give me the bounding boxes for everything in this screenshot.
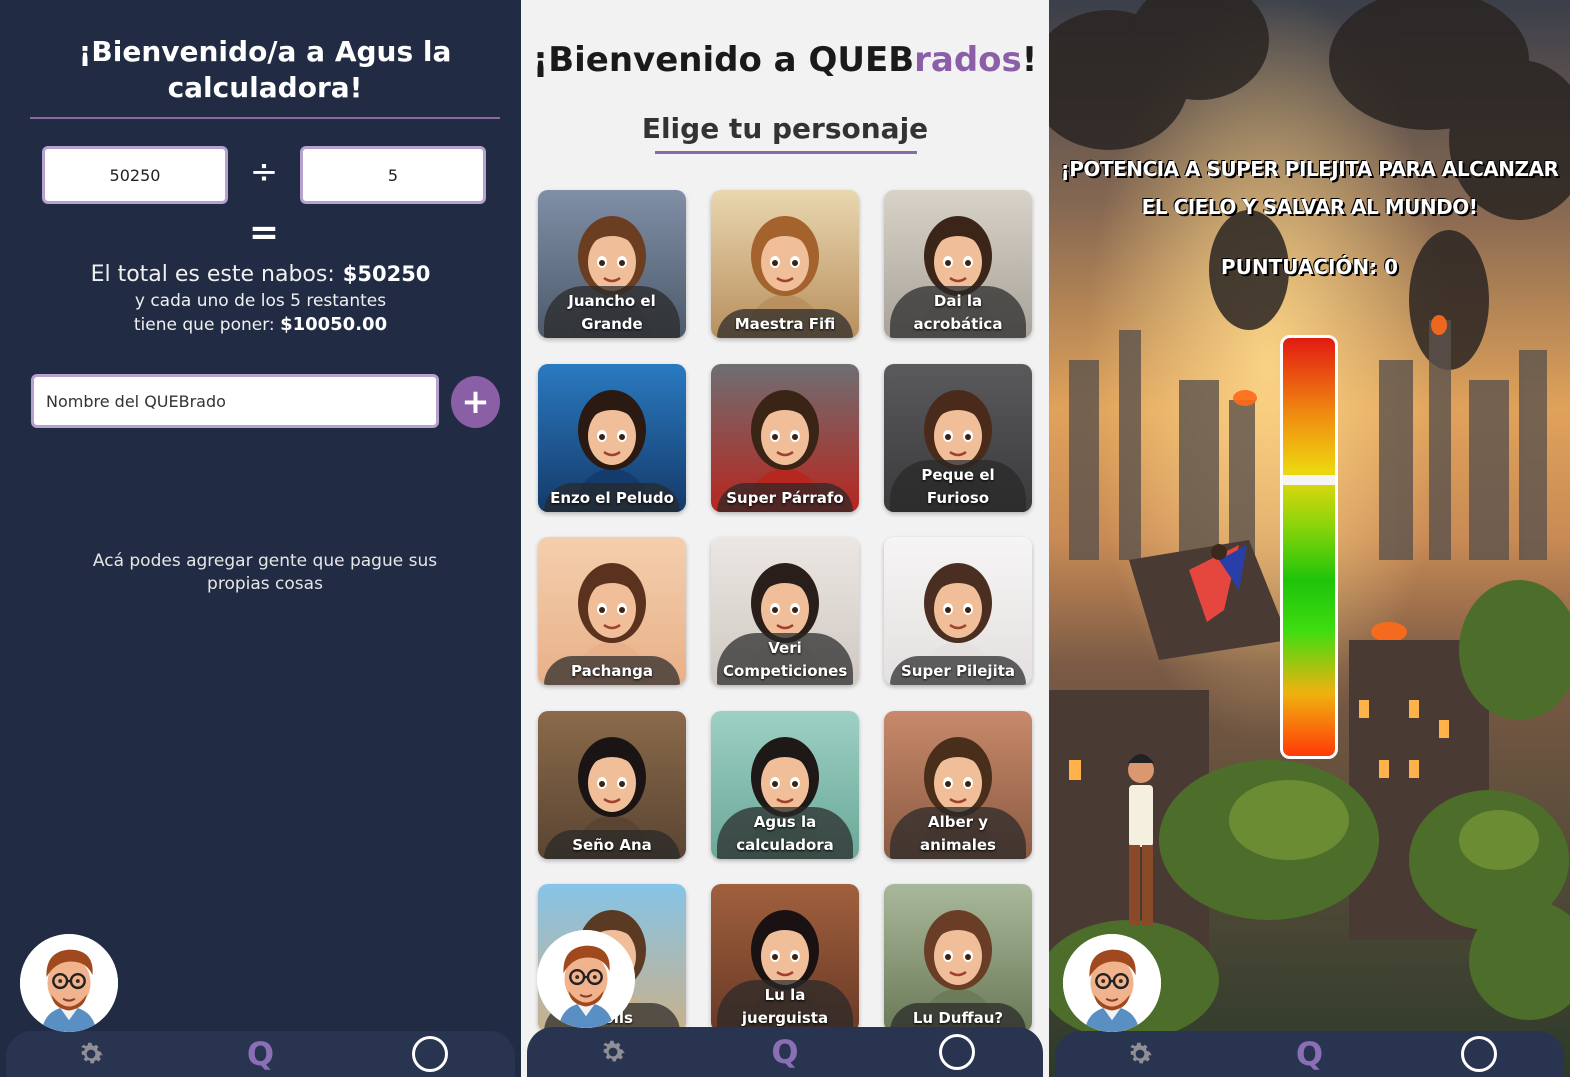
avatar[interactable]: [1063, 934, 1161, 1032]
character-name: Peque el Furioso: [890, 460, 1026, 512]
score-value: 0: [1384, 255, 1399, 279]
character-name: Seño Ana: [544, 830, 680, 859]
character-card[interactable]: Enzo el Peludo: [538, 364, 686, 512]
character-card[interactable]: Alber y animales: [884, 711, 1032, 859]
circle-icon[interactable]: [410, 1034, 450, 1074]
amount-value: 50250: [109, 165, 161, 185]
character-card[interactable]: Maestra Fifi: [711, 190, 859, 338]
game-headline: ¡POTENCIA A SUPER PILEJITA PARA ALCANZAR…: [1060, 157, 1559, 219]
score-display: PUNTUACIÓN: 0: [1049, 255, 1570, 279]
title-prefix: ¡Bienvenido a QUEB: [532, 40, 915, 80]
each-label: y cada uno de los 5 restantes: [134, 291, 387, 311]
avatar-image: [1063, 934, 1161, 1032]
title-suffix: !: [1021, 40, 1038, 80]
character-card[interactable]: Agus la calculadora: [711, 711, 859, 859]
total-label: El total es este nabos:: [90, 262, 335, 287]
character-select-screen: ¡Bienvenido a QUEBrados! Elige tu person…: [521, 0, 1049, 1077]
total-line: El total es este nabos: $50250: [0, 262, 521, 287]
character-card[interactable]: Pachanga: [538, 537, 686, 685]
character-card[interactable]: Dai la acrobática: [884, 190, 1032, 338]
gear-icon[interactable]: [1120, 1034, 1160, 1074]
circle-icon[interactable]: [937, 1032, 977, 1072]
people-value: 5: [387, 165, 399, 185]
character-card[interactable]: Super Párrafo: [711, 364, 859, 512]
add-person-button[interactable]: +: [451, 376, 500, 428]
equals-icon: =: [248, 212, 280, 253]
each-label-2: tiene que poner:: [133, 315, 275, 335]
bottom-nav: Q: [6, 1031, 515, 1077]
character-card[interactable]: Juancho el Grande: [538, 190, 686, 338]
divide-icon: ÷: [249, 152, 279, 192]
power-meter[interactable]: [1280, 335, 1338, 759]
score-label: PUNTUACIÓN:: [1220, 255, 1378, 279]
avatar-image: [20, 934, 118, 1032]
avatar[interactable]: [20, 934, 118, 1032]
character-name: Maestra Fifi: [717, 309, 853, 338]
each-value: $10050.00: [280, 314, 388, 335]
circle-icon[interactable]: [1459, 1034, 1499, 1074]
avatar[interactable]: [537, 930, 635, 1028]
subtitle: Elige tu personaje: [641, 112, 929, 145]
power-meter-marker[interactable]: [1283, 475, 1335, 485]
subtitle-underline: [655, 151, 917, 154]
character-card[interactable]: Seño Ana: [538, 711, 686, 859]
character-name: Agus la calculadora: [717, 807, 853, 859]
character-name: Enzo el Peludo: [544, 483, 680, 512]
game-screen: ¡POTENCIA A SUPER PILEJITA PARA ALCANZAR…: [1049, 0, 1570, 1077]
character-card[interactable]: Veri Competiciones: [711, 537, 859, 685]
q-logo-icon[interactable]: Q: [765, 1032, 805, 1072]
each-line: tiene que poner: $10050.00: [0, 314, 521, 335]
amount-input[interactable]: 50250: [42, 146, 228, 204]
total-value: $50250: [342, 262, 431, 286]
character-card[interactable]: Lu Duffau?: [884, 884, 1032, 1032]
character-name: Super Pilejita: [890, 656, 1026, 685]
avatar-image: [537, 930, 635, 1028]
bottom-nav: Q: [1055, 1031, 1564, 1077]
character-card[interactable]: Peque el Furioso: [884, 364, 1032, 512]
gear-icon[interactable]: [71, 1034, 111, 1074]
q-logo-icon[interactable]: Q: [240, 1034, 280, 1074]
character-name: Juancho el Grande: [544, 286, 680, 338]
character-name: Veri Competiciones: [717, 633, 853, 685]
title-accent: rados: [914, 40, 1022, 80]
character-card[interactable]: Super Pilejita: [884, 537, 1032, 685]
hint-text: Acá podes agregar gente que pague sus pr…: [92, 551, 438, 594]
character-name: Dai la acrobática: [890, 286, 1026, 338]
title-divider: [30, 117, 500, 119]
character-name: Pachanga: [544, 656, 680, 685]
name-input[interactable]: [31, 374, 439, 428]
calculator-screen: ¡Bienvenido/a a Agus la calculadora! 502…: [0, 0, 521, 1077]
character-name: Alber y animales: [890, 807, 1026, 859]
character-card[interactable]: Lu la juerguista: [711, 884, 859, 1032]
gear-icon[interactable]: [593, 1032, 633, 1072]
q-logo-icon[interactable]: Q: [1289, 1034, 1329, 1074]
character-name: Lu la juerguista: [717, 980, 853, 1032]
character-name: Super Párrafo: [717, 483, 853, 512]
bottom-nav: Q: [527, 1027, 1043, 1077]
people-input[interactable]: 5: [300, 146, 486, 204]
page-title: ¡Bienvenido/a a Agus la calculadora!: [78, 35, 452, 104]
page-title: ¡Bienvenido a QUEBrados!: [521, 40, 1049, 80]
